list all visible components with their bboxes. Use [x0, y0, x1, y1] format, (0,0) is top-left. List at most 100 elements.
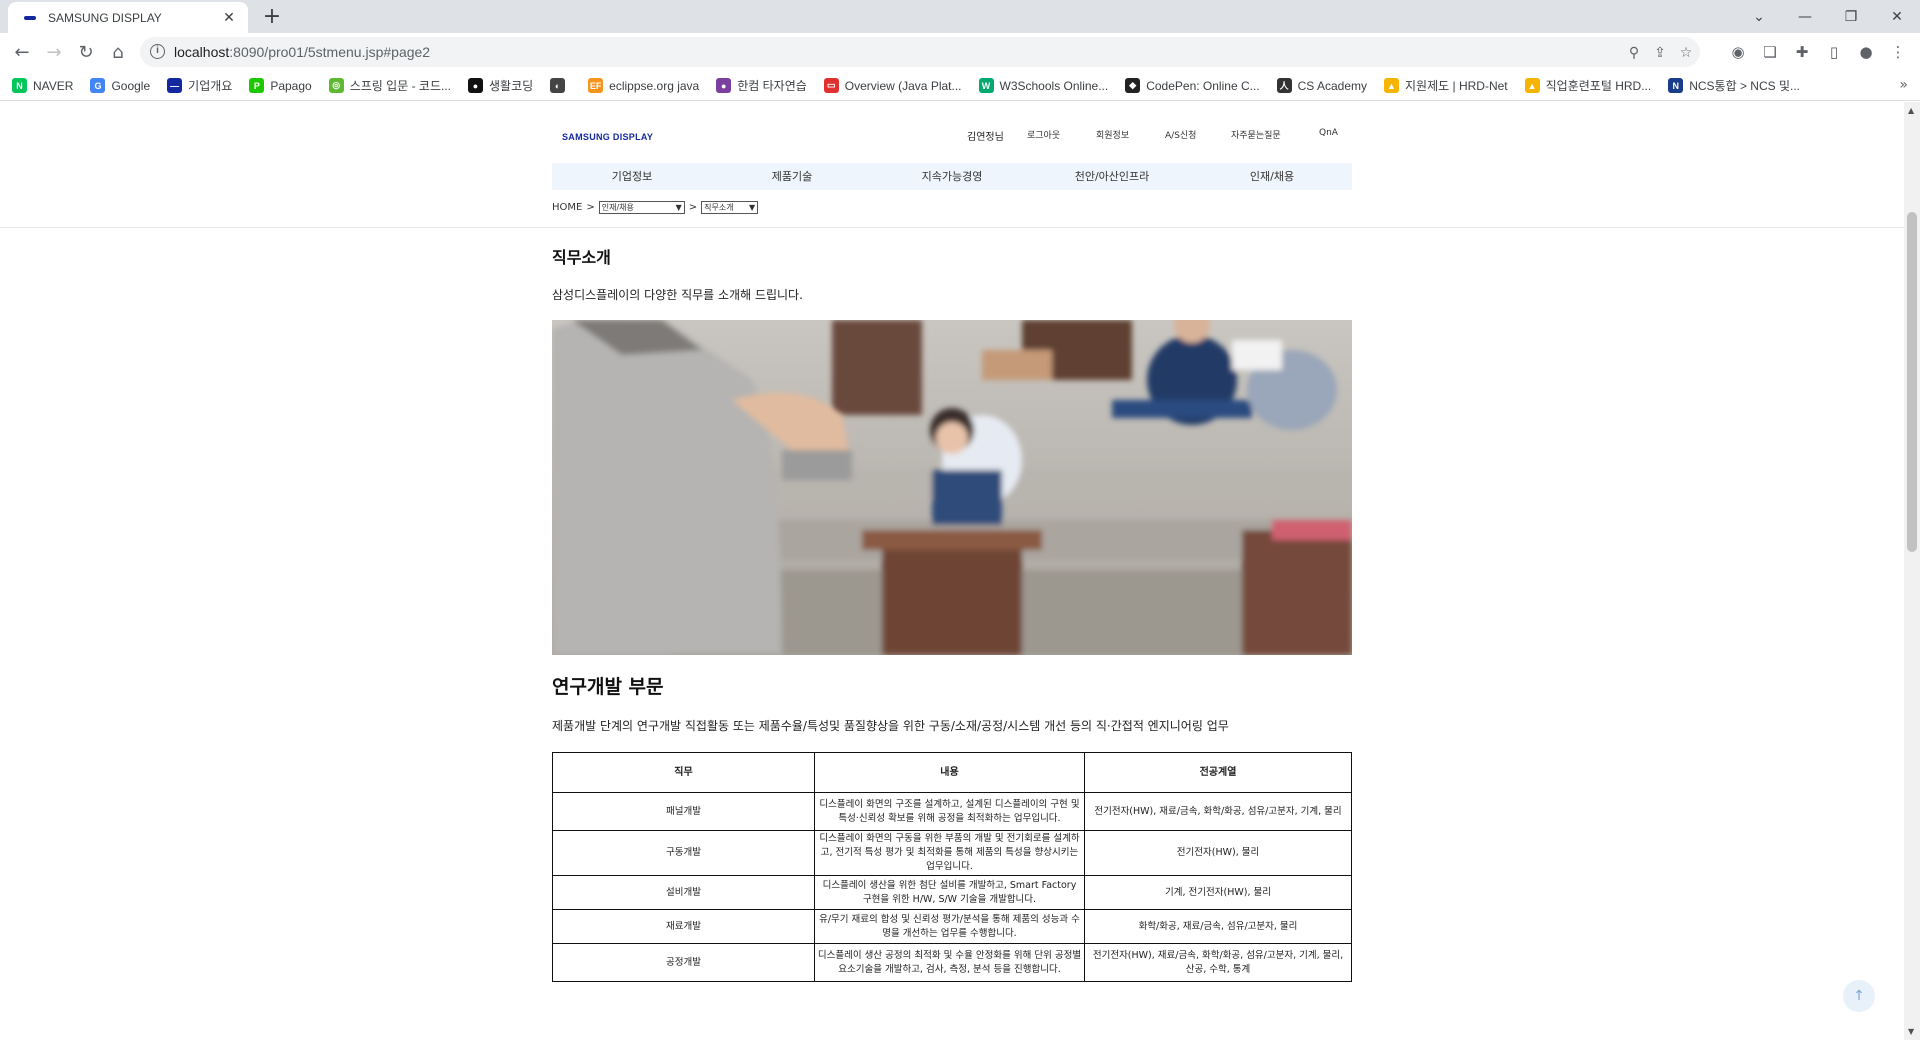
- bookmark-favicon-icon: N: [1668, 78, 1684, 93]
- table-row: 재료개발 유/무기 재료의 합성 및 신뢰성 평가/분석을 통해 제품의 성능과 …: [552, 909, 1352, 944]
- profile-avatar-icon[interactable]: ●: [1856, 42, 1876, 62]
- breadcrumb: HOME > 인재/채용 ▼ > 직무소개 ▼: [552, 201, 762, 214]
- job-cell: 구동개발: [552, 830, 815, 876]
- bookmark-item[interactable]: ▭ Overview (Java Plat...: [823, 78, 962, 93]
- job-cell: 설비개발: [552, 875, 815, 910]
- forward-button[interactable]: →: [40, 38, 68, 66]
- scroll-up-arrow-icon[interactable]: ▲: [1908, 106, 1914, 115]
- extensions-puzzle-icon[interactable]: ✚: [1792, 42, 1812, 62]
- gnb-item-infra[interactable]: 천안/아산인프라: [1032, 163, 1192, 190]
- gnb-item-careers[interactable]: 인재/채용: [1192, 163, 1352, 190]
- bookmark-label: eclippse.org java: [609, 78, 700, 93]
- browser-tab[interactable]: SAMSUNG DISPLAY ✕: [8, 2, 248, 33]
- breadcrumb-sep-2: >: [688, 202, 698, 213]
- breadcrumb-category-value: 인재/채용: [601, 203, 634, 212]
- tab-title: SAMSUNG DISPLAY: [48, 10, 162, 25]
- util-link-qna[interactable]: QnA: [1319, 128, 1338, 138]
- bookmark-label: W3Schools Online...: [999, 78, 1109, 93]
- content-cell: 디스플레이 화면의 구조를 설계하고, 설계된 디스플레이의 구현 및 특성·신…: [814, 792, 1085, 831]
- bookmark-item[interactable]: EF eclippse.org java: [588, 78, 699, 93]
- bookmark-item[interactable]: P Papago: [249, 78, 312, 93]
- breadcrumb-page-select[interactable]: 직무소개 ▼: [701, 201, 759, 214]
- content-cell: 디스플레이 생산 공정의 최적화 및 수율 안정화를 위해 단위 공정별 요소기…: [814, 943, 1085, 982]
- bookmark-item[interactable]: ● 생활코딩: [467, 77, 533, 94]
- scroll-to-top-button[interactable]: ↑: [1843, 980, 1875, 1012]
- breadcrumb-page-value: 직무소개: [704, 203, 734, 212]
- content-cell: 디스플레이 생산을 위한 첨단 설비를 개발하고, Smart Factory …: [814, 875, 1085, 910]
- new-tab-button[interactable]: +: [258, 4, 286, 32]
- tab-search-icon[interactable]: ⌄: [1736, 0, 1782, 33]
- util-link-faq[interactable]: 자주묻는질문: [1231, 128, 1281, 141]
- bookmark-label: 한컴 타자연습: [737, 79, 807, 93]
- bookmark-item[interactable]: 人 CS Academy: [1276, 78, 1367, 93]
- major-cell: 전기전자(HW), 재료/금속, 화학/화공, 섬유/고분자, 기계, 물리, …: [1084, 943, 1352, 982]
- bookmark-label: CS Academy: [1297, 78, 1367, 93]
- table-row: 패널개발 디스플레이 화면의 구조를 설계하고, 설계된 디스플레이의 구현 및 …: [552, 792, 1352, 831]
- bookmark-label: NAVER: [33, 78, 74, 93]
- chevron-down-icon: ▼: [675, 203, 682, 212]
- menu-kebab-icon[interactable]: ⋮: [1888, 42, 1908, 62]
- share-icon[interactable]: ⇪: [1650, 43, 1670, 63]
- breadcrumb-category-select[interactable]: 인재/채용 ▼: [598, 201, 685, 214]
- minimize-button[interactable]: —: [1782, 0, 1828, 33]
- back-button[interactable]: ←: [8, 38, 36, 66]
- scroll-down-arrow-icon[interactable]: ▼: [1908, 1027, 1914, 1036]
- util-link-member-info[interactable]: 회원정보: [1096, 128, 1129, 141]
- page-scrollbar[interactable]: ▲ ▼: [1904, 102, 1920, 1040]
- bookmark-item[interactable]: W W3Schools Online...: [978, 78, 1109, 93]
- section-title: 연구개발 부문: [552, 676, 664, 698]
- url-text[interactable]: localhost:8090/pro01/5stmenu.jsp#page2: [174, 44, 430, 60]
- extension-copy-icon[interactable]: ❏: [1760, 42, 1780, 62]
- bookmark-favicon-icon: ●: [716, 78, 732, 93]
- zoom-icon[interactable]: ⚲: [1624, 43, 1644, 63]
- close-window-button[interactable]: ✕: [1874, 0, 1920, 33]
- bookmark-favicon-icon: ▲: [1524, 78, 1540, 93]
- util-link-logout[interactable]: 로그아웃: [1027, 128, 1060, 141]
- close-tab-icon[interactable]: ✕: [220, 10, 238, 26]
- bookmark-favicon-icon: ▭: [823, 78, 839, 93]
- bookmark-item[interactable]: ◎ 스프링 입문 - 코드...: [328, 77, 451, 94]
- bookmark-favicon-icon: ●: [467, 78, 483, 93]
- gnb-item-sustainability[interactable]: 지속가능경영: [872, 163, 1032, 190]
- extension-icon[interactable]: ◉: [1728, 42, 1748, 62]
- bookmark-item[interactable]: — 기업개요: [167, 77, 232, 94]
- restore-button[interactable]: ❐: [1828, 0, 1874, 33]
- bookmark-item[interactable]: N NCS통합 > NCS 및...: [1668, 77, 1800, 94]
- bookmark-item[interactable]: ▲ 지원제도 | HRD-Net: [1384, 77, 1508, 94]
- bookmark-label: Papago: [270, 78, 312, 93]
- bookmark-item[interactable]: ◆ CodePen: Online C...: [1125, 78, 1260, 93]
- major-cell: 화학/화공, 재료/금속, 섬유/고분자, 물리: [1084, 909, 1352, 944]
- bookmark-star-icon[interactable]: ☆: [1676, 43, 1696, 63]
- address-bar[interactable]: i localhost:8090/pro01/5stmenu.jsp#page2…: [140, 37, 1700, 67]
- table-header-row: 직무 내용 전공계열: [552, 752, 1352, 793]
- site-logo[interactable]: SAMSUNG DISPLAY: [562, 132, 653, 142]
- bookmark-item[interactable]: N NAVER: [12, 78, 73, 93]
- global-nav: 기업정보 제품기술 지속가능경영 천안/아산인프라 인재/채용: [552, 163, 1352, 190]
- scrollbar-thumb[interactable]: [1907, 212, 1917, 552]
- major-cell: 전기전자(HW), 물리: [1084, 830, 1352, 876]
- bookmark-item[interactable]: G Google: [90, 78, 150, 93]
- home-button[interactable]: ⌂: [104, 38, 132, 66]
- job-cell: 재료개발: [552, 909, 815, 944]
- bookmark-item[interactable]: ◐: [550, 78, 571, 93]
- bookmark-item[interactable]: ● 한컴 타자연습: [716, 77, 807, 94]
- page-lead: 삼성디스플레이의 다양한 직무를 소개해 드립니다.: [552, 288, 803, 302]
- breadcrumb-home[interactable]: HOME: [552, 202, 582, 213]
- site-info-icon[interactable]: i: [150, 44, 165, 59]
- bookmark-favicon-icon: 人: [1276, 78, 1292, 93]
- tab-strip: SAMSUNG DISPLAY ✕ + ⌄ — ❐ ✕: [0, 0, 1920, 33]
- content-cell: 유/무기 재료의 합성 및 신뢰성 평가/분석을 통해 제품의 성능과 수명을 …: [814, 909, 1085, 944]
- gnb-item-company[interactable]: 기업정보: [552, 163, 712, 190]
- table-row: 공정개발 디스플레이 생산 공정의 최적화 및 수율 안정화를 위해 단위 공정별…: [552, 943, 1352, 982]
- reload-button[interactable]: ↻: [72, 38, 100, 66]
- gnb-item-products[interactable]: 제품기술: [712, 163, 872, 190]
- bookmark-label: CodePen: Online C...: [1146, 78, 1260, 93]
- util-link-as-request[interactable]: A/S신청: [1165, 128, 1196, 141]
- side-panel-icon[interactable]: ▯: [1824, 42, 1844, 62]
- bookmark-label: Google: [111, 78, 151, 93]
- bookmark-favicon-icon: ◐: [550, 78, 566, 93]
- bookmark-favicon-icon: P: [249, 78, 265, 93]
- bookmarks-more-button[interactable]: »: [1899, 77, 1908, 93]
- content-cell: 디스플레이 화면의 구동을 위한 부품의 개발 및 전기회로를 설계하고, 전기…: [814, 830, 1085, 876]
- bookmark-item[interactable]: ▲ 직업훈련포털 HRD...: [1524, 77, 1651, 94]
